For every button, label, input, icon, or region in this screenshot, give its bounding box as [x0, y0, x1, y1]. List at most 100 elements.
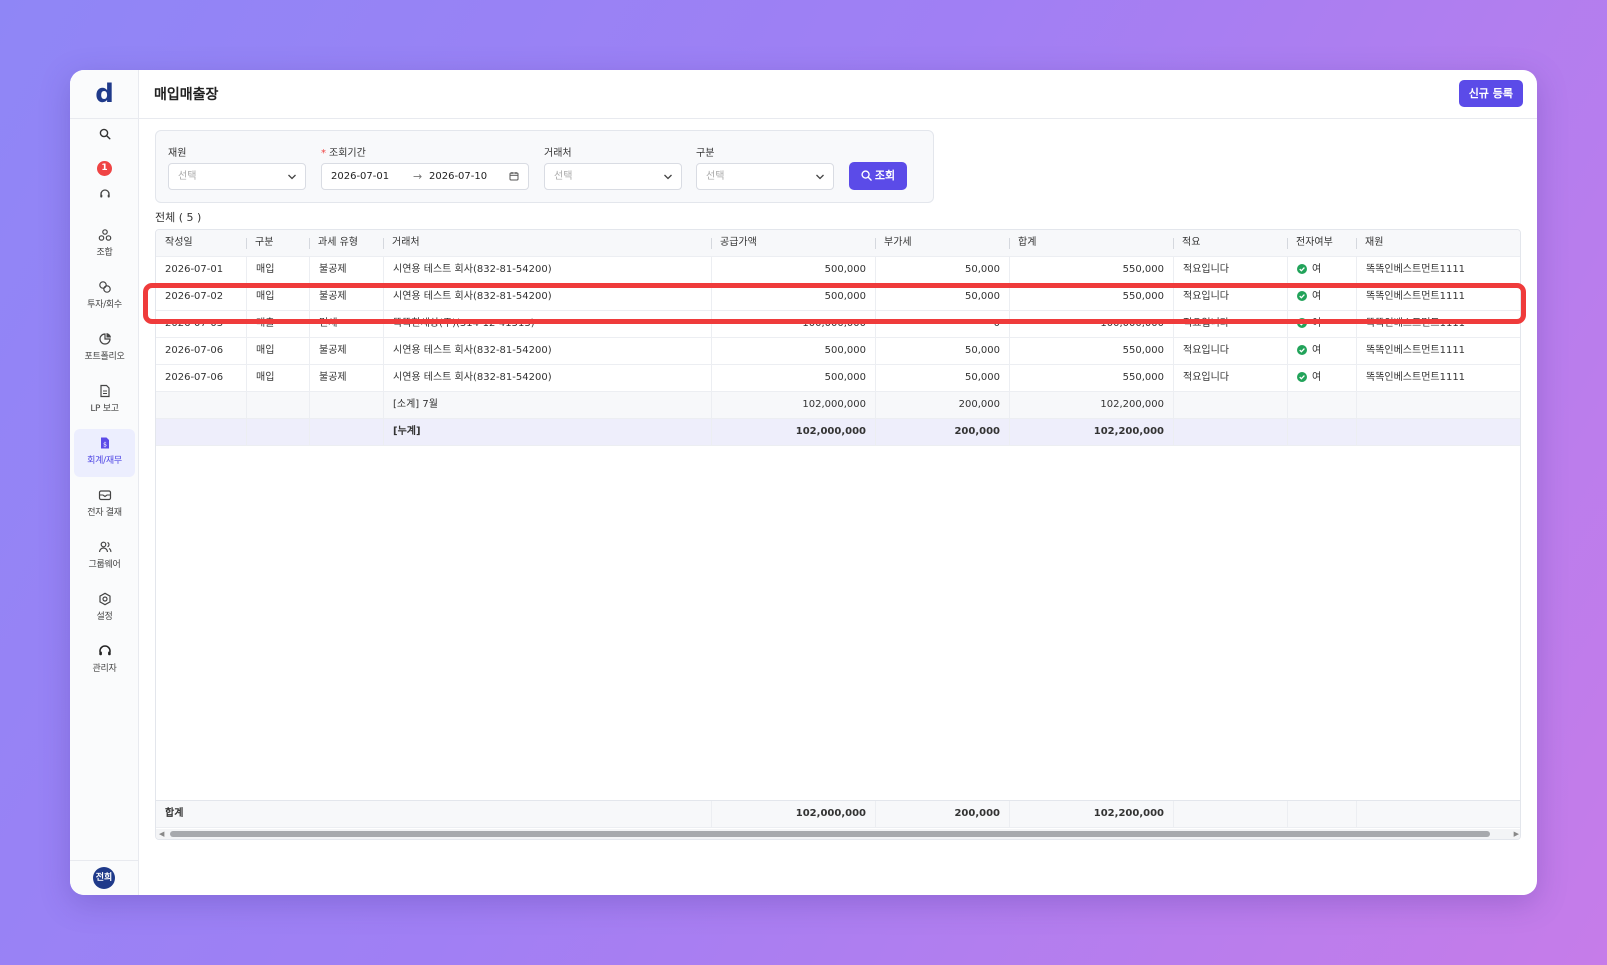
electronic-cell: 여	[1287, 338, 1356, 365]
category-select-value: 선택	[706, 171, 725, 182]
portfolio-icon	[98, 333, 111, 345]
sidebar-item-approval[interactable]: 전자 결재	[74, 481, 135, 529]
scrollbar-thumb[interactable]	[170, 831, 1490, 837]
column-header[interactable]: 부가세	[875, 230, 1009, 257]
settings-icon	[98, 592, 111, 606]
empty-cell	[156, 419, 246, 446]
column-header[interactable]: 작성일	[156, 230, 246, 257]
table-row[interactable]: 2026-07-06 매입 불공제 시연용 테스트 회사(832-81-5420…	[156, 338, 1520, 365]
sidebar: d 1 조합 투자/회수 포트폴리오 LP 보고 $ 회계/재무 전자 결재 그…	[70, 70, 139, 895]
sidebar-divider	[70, 118, 139, 119]
sidebar-item-accounting[interactable]: $ 회계/재무	[74, 429, 135, 477]
sidebar-item-lp-report[interactable]: LP 보고	[74, 377, 135, 425]
sidebar-item-groupware[interactable]: 그룹웨어	[74, 533, 135, 581]
required-mark-icon: *	[321, 148, 326, 159]
sidebar-item-admin[interactable]: 관리자	[74, 637, 135, 685]
date-cell: 2026-07-06	[165, 372, 224, 383]
page-header: 매입매출장 신규 등록	[139, 70, 1537, 119]
subtotal-label: [소계] 7월	[383, 392, 711, 419]
date-cell: 2026-07-06	[165, 345, 224, 356]
column-header[interactable]: 합계	[1009, 230, 1173, 257]
fund-cell: 똑똑인베스트먼트1111	[1356, 338, 1520, 365]
grand-total-total: 102,200,000	[1009, 801, 1173, 828]
grand-total-supply: 102,000,000	[711, 801, 875, 828]
filter-panel: 재원 선택 * 조회기간 2026-07-01 → 2026-07-10 거래처 …	[155, 130, 934, 203]
search-icon[interactable]	[70, 128, 139, 140]
fund-filter-label: 재원	[168, 148, 187, 159]
notification-badge[interactable]: 1	[97, 161, 112, 176]
app-logo[interactable]: d	[70, 78, 139, 110]
period-start-date[interactable]: 2026-07-01	[331, 164, 389, 189]
empty-cell	[1356, 419, 1520, 446]
union-icon	[98, 229, 111, 241]
empty-cell	[309, 419, 383, 446]
fund-cell: 똑똑인베스트먼트1111	[1356, 257, 1520, 284]
sidebar-item-union[interactable]: 조합	[74, 221, 135, 269]
column-header[interactable]: 재원	[1356, 230, 1520, 257]
partner-filter-label: 거래처	[544, 148, 572, 159]
vat-cell: 50,000	[875, 257, 1009, 284]
type-cell: 매입	[246, 365, 309, 392]
column-header[interactable]: 적요	[1173, 230, 1287, 257]
electronic-cell: 여	[1287, 257, 1356, 284]
column-header[interactable]: 구분	[246, 230, 309, 257]
scroll-left-icon[interactable]: ◀	[159, 830, 164, 838]
fund-select[interactable]: 선택	[168, 163, 306, 190]
electronic-value: 여	[1312, 345, 1322, 356]
column-header[interactable]: 거래처	[383, 230, 711, 257]
column-header[interactable]: 과세 유형	[309, 230, 383, 257]
partner-cell: 시연용 테스트 회사(832-81-54200)	[383, 365, 711, 392]
category-select[interactable]: 선택	[696, 163, 834, 190]
user-avatar[interactable]: 전희	[93, 867, 115, 889]
grand-total-row: 합계 102,000,000 200,000 102,200,000	[156, 800, 1520, 828]
search-button-label: 조회	[874, 170, 896, 182]
partner-select-value: 선택	[554, 171, 573, 182]
type-cell: 매입	[246, 338, 309, 365]
report-icon	[99, 384, 110, 398]
calendar-icon[interactable]	[509, 171, 519, 181]
supply-amount-cell: 500,000	[711, 257, 875, 284]
check-circle-icon	[1297, 372, 1307, 382]
empty-cell	[1173, 419, 1287, 446]
sidebar-item-label: 조합	[96, 248, 113, 258]
vat-cell: 50,000	[875, 365, 1009, 392]
chevron-down-icon	[664, 174, 672, 180]
empty-cell	[1287, 801, 1356, 828]
sidebar-item-settings[interactable]: 설정	[74, 585, 135, 633]
support-headset-icon[interactable]	[70, 188, 139, 200]
period-date-range[interactable]: 2026-07-01 → 2026-07-10	[321, 163, 529, 190]
scroll-right-icon[interactable]: ▶	[1514, 830, 1519, 838]
groupware-icon	[98, 541, 111, 553]
sidebar-item-label: 설정	[96, 612, 113, 622]
supply-amount-cell: 500,000	[711, 365, 875, 392]
search-button[interactable]: 조회	[849, 162, 907, 190]
subtotal-supply: 102,000,000	[711, 392, 875, 419]
table-row[interactable]: 2026-07-01 매입 불공제 시연용 테스트 회사(832-81-5420…	[156, 257, 1520, 284]
memo-cell: 적요입니다	[1173, 365, 1287, 392]
empty-cell	[1173, 801, 1287, 828]
partner-select[interactable]: 선택	[544, 163, 682, 190]
table-row[interactable]: 2026-07-06 매입 불공제 시연용 테스트 회사(832-81-5420…	[156, 365, 1520, 392]
electronic-value: 여	[1312, 264, 1322, 275]
horizontal-scrollbar[interactable]: ◀ ▶	[156, 829, 1520, 839]
admin-icon	[98, 645, 111, 656]
invest-icon	[98, 281, 111, 293]
cumulative-row: [누계] 102,000,000 200,000 102,200,000	[156, 419, 1520, 446]
empty-cell	[246, 419, 309, 446]
grand-total-vat: 200,000	[875, 801, 1009, 828]
fund-cell: 똑똑인베스트먼트1111	[1356, 365, 1520, 392]
new-entry-button[interactable]: 신규 등록	[1458, 80, 1523, 107]
period-end-date[interactable]: 2026-07-10	[429, 164, 487, 189]
date-cell: 2026-07-01	[165, 264, 224, 275]
sidebar-item-investment[interactable]: 투자/회수	[74, 273, 135, 321]
chevron-down-icon	[816, 174, 824, 180]
type-cell: 매입	[246, 257, 309, 284]
sidebar-item-label: 전자 결재	[87, 508, 122, 518]
sidebar-item-portfolio[interactable]: 포트폴리오	[74, 325, 135, 373]
period-filter-label: * 조회기간	[321, 144, 366, 159]
column-header[interactable]: 전자여부	[1287, 230, 1356, 257]
cumulative-supply: 102,000,000	[711, 419, 875, 446]
sidebar-item-label: 포트폴리오	[84, 352, 125, 362]
column-header[interactable]: 공급가액	[711, 230, 875, 257]
empty-cell	[1356, 801, 1520, 828]
